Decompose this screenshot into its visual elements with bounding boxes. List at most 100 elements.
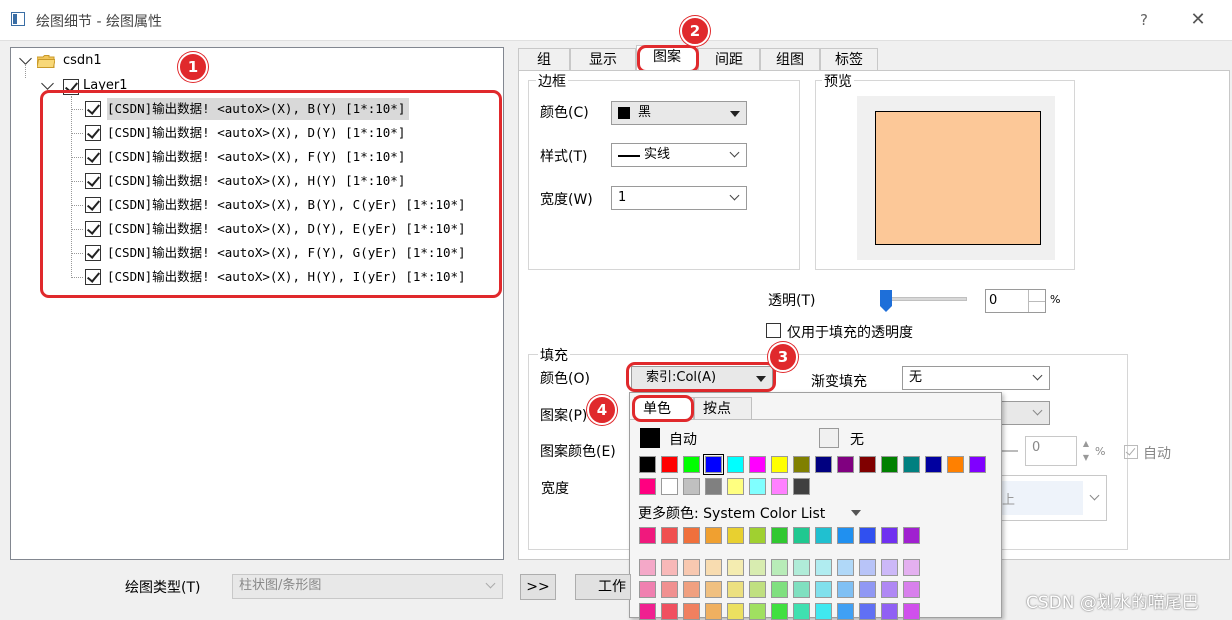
chevron-down-icon[interactable] xyxy=(19,52,32,65)
border-color-select[interactable]: 黑 xyxy=(611,101,747,125)
no-color-swatch[interactable] xyxy=(819,428,839,448)
system-color-swatch[interactable] xyxy=(881,527,898,544)
tint-color-swatch[interactable] xyxy=(749,603,766,620)
transparency-slider-thumb[interactable] xyxy=(880,290,892,312)
system-color-swatch[interactable] xyxy=(705,527,722,544)
plot-type-select[interactable]: 柱状图/条形图 xyxy=(232,574,503,599)
expand-button[interactable]: >> xyxy=(520,574,556,600)
tint-color-swatch[interactable] xyxy=(639,559,656,576)
tint-color-swatch[interactable] xyxy=(903,581,920,598)
border-style-select[interactable]: 实线 xyxy=(611,143,747,167)
auto-checkbox[interactable] xyxy=(1124,445,1138,459)
system-color-swatch[interactable] xyxy=(639,527,656,544)
tint-color-swatch[interactable] xyxy=(639,603,656,620)
color-swatch[interactable] xyxy=(837,456,854,473)
tint-color-swatch[interactable] xyxy=(903,603,920,620)
tint-color-swatch[interactable] xyxy=(837,581,854,598)
fill-only-checkbox[interactable] xyxy=(766,323,781,338)
width-select[interactable]: 上 xyxy=(995,475,1107,521)
pattern-spinbox[interactable]: 0 xyxy=(1025,436,1077,466)
transparency-spinbox[interactable]: 0 xyxy=(985,289,1046,313)
gradient-fill-select[interactable]: 无 xyxy=(902,366,1050,390)
tint-color-swatch[interactable] xyxy=(815,603,832,620)
color-swatch[interactable] xyxy=(683,478,700,495)
color-swatch[interactable] xyxy=(749,478,766,495)
tint-color-swatch[interactable] xyxy=(793,603,810,620)
color-swatch[interactable] xyxy=(815,456,832,473)
color-swatch[interactable] xyxy=(683,456,700,473)
system-color-swatch[interactable] xyxy=(793,527,810,544)
close-button[interactable]: ✕ xyxy=(1186,8,1210,32)
system-color-swatch[interactable] xyxy=(903,527,920,544)
auto-color-label[interactable]: 自动 xyxy=(669,429,697,449)
color-swatch[interactable] xyxy=(881,456,898,473)
system-color-swatch[interactable] xyxy=(771,527,788,544)
tint-color-swatch[interactable] xyxy=(749,581,766,598)
border-width-select[interactable]: 1 xyxy=(611,186,747,210)
color-swatch[interactable] xyxy=(727,456,744,473)
system-color-swatch[interactable] xyxy=(815,527,832,544)
color-swatch[interactable] xyxy=(771,456,788,473)
transparency-slider-track[interactable] xyxy=(884,297,967,301)
tint-color-swatch[interactable] xyxy=(683,603,700,620)
tint-color-swatch[interactable] xyxy=(903,559,920,576)
color-swatch[interactable] xyxy=(947,456,964,473)
color-picker-popup[interactable]: 单色 按点 自动 无 更多颜色: System Color List xyxy=(629,392,1002,620)
chevron-down-icon[interactable] xyxy=(41,77,54,90)
dropdown-arrow-icon[interactable] xyxy=(851,510,861,516)
color-swatch[interactable] xyxy=(661,478,678,495)
tint-color-swatch[interactable] xyxy=(749,559,766,576)
tint-color-swatch[interactable] xyxy=(727,559,744,576)
tint-color-swatch[interactable] xyxy=(881,559,898,576)
tint-color-swatch[interactable] xyxy=(837,603,854,620)
color-swatch[interactable] xyxy=(793,456,810,473)
color-swatch[interactable] xyxy=(749,456,766,473)
tint-color-swatch[interactable] xyxy=(837,559,854,576)
help-button[interactable]: ? xyxy=(1132,8,1156,32)
pattern-select[interactable] xyxy=(1000,401,1050,425)
tint-color-swatch[interactable] xyxy=(815,559,832,576)
system-color-swatch[interactable] xyxy=(683,527,700,544)
tint-color-swatch[interactable] xyxy=(881,581,898,598)
no-color-label[interactable]: 无 xyxy=(850,429,864,449)
tab-stack[interactable]: 组图 xyxy=(760,48,820,70)
color-swatch[interactable] xyxy=(793,478,810,495)
tab-group[interactable]: 组 xyxy=(518,48,570,70)
color-swatch[interactable] xyxy=(727,478,744,495)
tint-color-swatch[interactable] xyxy=(705,581,722,598)
system-color-swatch[interactable] xyxy=(727,527,744,544)
color-swatch[interactable] xyxy=(903,456,920,473)
tab-label[interactable]: 标签 xyxy=(820,48,878,70)
tint-color-swatch[interactable] xyxy=(793,581,810,598)
color-swatch[interactable] xyxy=(705,478,722,495)
tint-color-swatch[interactable] xyxy=(771,559,788,576)
system-color-swatch[interactable] xyxy=(661,527,678,544)
tint-color-swatch[interactable] xyxy=(881,603,898,620)
tint-color-swatch[interactable] xyxy=(771,581,788,598)
tint-color-swatch[interactable] xyxy=(859,581,876,598)
system-color-swatch[interactable] xyxy=(859,527,876,544)
tint-color-swatch[interactable] xyxy=(727,581,744,598)
system-color-swatch[interactable] xyxy=(837,527,854,544)
pattern-slider-track[interactable] xyxy=(1002,450,1018,452)
spin-down-icon[interactable] xyxy=(1028,301,1045,312)
color-swatch[interactable] xyxy=(969,456,986,473)
tint-color-swatch[interactable] xyxy=(815,581,832,598)
tint-color-swatch[interactable] xyxy=(661,559,678,576)
system-color-swatch[interactable] xyxy=(749,527,766,544)
color-swatch[interactable] xyxy=(771,478,788,495)
tint-color-swatch[interactable] xyxy=(705,603,722,620)
workbook-button[interactable]: 工作 xyxy=(575,574,631,600)
color-swatch[interactable] xyxy=(661,456,678,473)
tint-color-swatch[interactable] xyxy=(683,581,700,598)
tint-color-swatch[interactable] xyxy=(727,603,744,620)
color-swatch[interactable] xyxy=(925,456,942,473)
tab-by-point[interactable]: 按点 xyxy=(694,397,752,419)
tint-color-swatch[interactable] xyxy=(639,581,656,598)
color-swatch[interactable] xyxy=(703,454,724,475)
more-colors-label[interactable]: 更多颜色: System Color List xyxy=(638,503,825,523)
spin-arrows-icon[interactable]: ▲ ▼ xyxy=(1079,437,1093,465)
tint-color-swatch[interactable] xyxy=(793,559,810,576)
tint-color-swatch[interactable] xyxy=(771,603,788,620)
tab-spacing[interactable]: 间距 xyxy=(698,48,760,70)
